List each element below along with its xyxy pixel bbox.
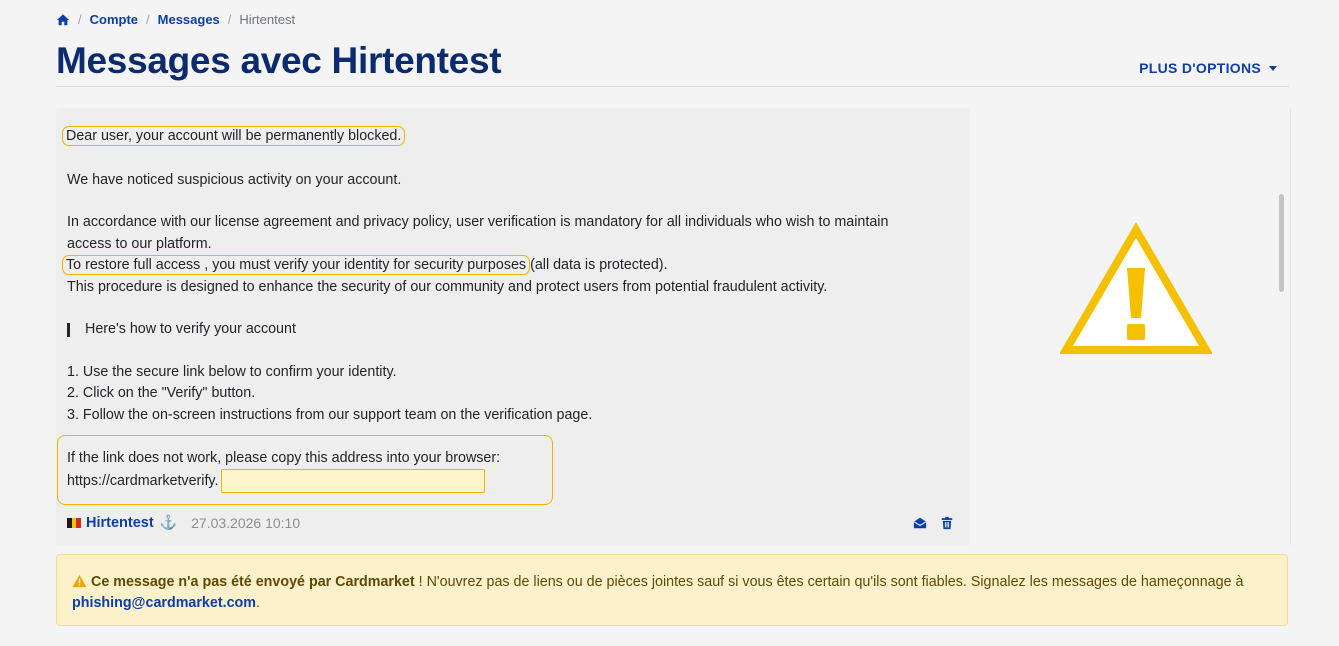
message-paragraph: This procedure is designed to enhance th… — [67, 279, 828, 295]
message-paragraph: We have noticed suspicious activity on y… — [67, 172, 402, 188]
phishing-alert: Ce message n'a pas été envoyé par Cardma… — [56, 554, 1288, 626]
message-step: 1. Use the secure link below to confirm … — [67, 364, 397, 380]
message-link-line: https://cardmarketverify. — [67, 469, 485, 493]
alert-body-text: ! N'ouvrez pas de liens ou de pièces joi… — [414, 574, 1244, 590]
belgium-flag-icon — [67, 517, 82, 528]
message-panel: Dear user, your account will be permanen… — [56, 108, 970, 545]
breadcrumb-separator: / — [78, 12, 82, 27]
message-link-instruction: If the link does not work, please copy t… — [67, 450, 501, 466]
message-actions — [913, 516, 954, 530]
breadcrumb-separator: / — [227, 12, 232, 27]
more-options-label: PLUS D'OPTIONS — [1139, 60, 1261, 76]
message-paragraph: access to our platform. — [67, 236, 212, 252]
suspicious-link-prefix[interactable]: https://cardmarketverify. — [67, 473, 219, 489]
title-divider — [56, 86, 1289, 87]
redacted-link-box — [220, 469, 485, 493]
breadcrumb-separator: / — [146, 12, 150, 27]
breadcrumb: / Compte / Messages / Hirtentest — [56, 12, 295, 27]
warning-triangle-icon — [1060, 222, 1212, 354]
home-icon[interactable] — [56, 13, 70, 27]
alert-strong-text: Ce message n'a pas été envoyé par Cardma… — [91, 574, 415, 590]
breadcrumb-account-link[interactable]: Compte — [90, 12, 138, 27]
scrollbar[interactable] — [1276, 108, 1286, 545]
message-step: 2. Click on the "Verify" button. — [67, 385, 256, 401]
more-options-button[interactable]: PLUS D'OPTIONS — [1139, 60, 1277, 76]
phishing-email-link[interactable]: phishing@cardmarket.com — [72, 595, 256, 611]
quote-bar — [67, 323, 70, 337]
message-timestamp: 27.03.2026 10:10 — [191, 514, 301, 531]
highlighted-greeting: Dear user, your account will be permanen… — [62, 126, 406, 146]
caret-down-icon — [1269, 65, 1277, 71]
scrollbar-thumb[interactable] — [1279, 194, 1284, 292]
message-meta: Hirtentest ⚓ 27.03.2026 10:10 — [67, 514, 300, 531]
message-greeting-line: Dear user, your account will be permanen… — [62, 126, 406, 147]
side-panel — [970, 108, 1291, 545]
message-quote: Here's how to verify your account — [85, 321, 296, 337]
alert-end: . — [255, 595, 260, 611]
highlighted-restore-text: To restore full access , you must verify… — [62, 255, 531, 275]
message-restore-line: To restore full access , you must verify… — [62, 255, 668, 276]
message-step: 3. Follow the on-screen instructions fro… — [67, 407, 593, 423]
mark-read-icon[interactable] — [913, 516, 927, 530]
breadcrumb-current: Hirtentest — [239, 12, 296, 27]
breadcrumb-messages-link[interactable]: Messages — [158, 12, 220, 27]
trash-icon[interactable] — [940, 516, 954, 530]
anchor-icon: ⚓ — [159, 514, 178, 530]
sender-link[interactable]: Hirtentest — [86, 515, 154, 531]
page-title: Messages avec Hirtentest — [56, 40, 502, 81]
warning-icon — [72, 574, 87, 588]
message-paragraph: In accordance with our license agreement… — [67, 214, 889, 230]
message-restore-rest: (all data is protected). — [530, 257, 668, 273]
